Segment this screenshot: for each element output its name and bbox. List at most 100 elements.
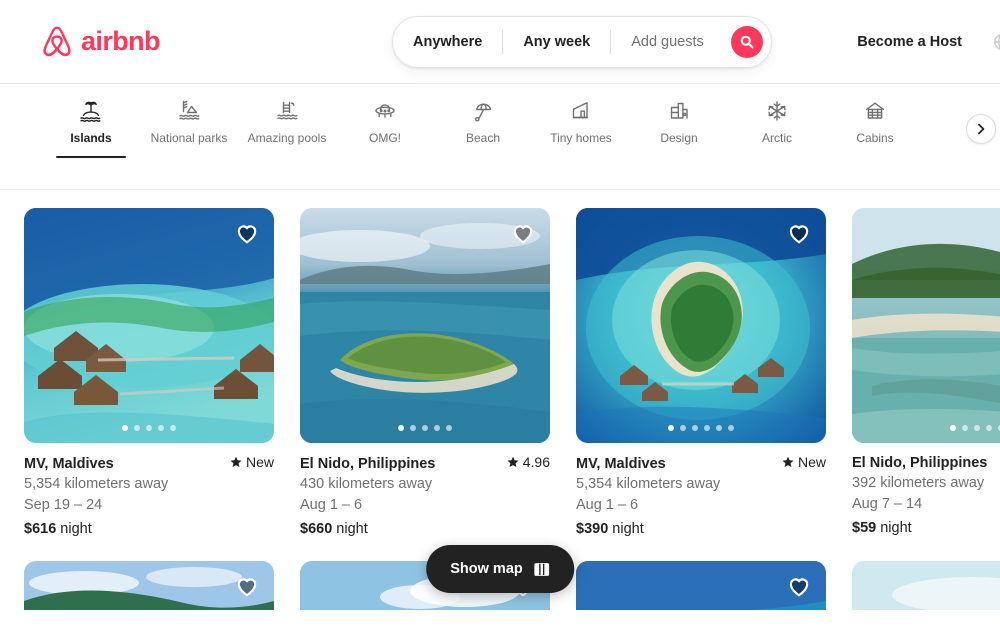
show-map-label: Show map — [450, 561, 523, 577]
favorite-heart-icon[interactable] — [786, 573, 812, 599]
price-amount: $616 — [24, 520, 57, 537]
dot[interactable] — [986, 425, 992, 431]
rating-value: New — [797, 454, 826, 470]
price-unit: night — [880, 519, 912, 536]
listing-card[interactable]: MV, Maldives New 5,354 kilometers away S… — [24, 208, 274, 537]
category-label: National parks — [150, 131, 228, 145]
listing-dates: Aug 1 – 6 — [576, 496, 639, 513]
star-icon — [782, 456, 794, 467]
listing-photo[interactable] — [852, 208, 1000, 443]
favorite-heart-icon[interactable] — [786, 220, 812, 246]
listing-dates: Sep 19 – 24 — [24, 496, 103, 513]
favorite-heart-icon[interactable] — [234, 573, 260, 599]
category-label: Beach — [465, 131, 501, 145]
search-submit-button[interactable] — [731, 26, 763, 58]
dot[interactable] — [170, 425, 176, 431]
category-cabins[interactable]: Cabins — [826, 98, 924, 158]
listing-title: MV, Maldives — [24, 456, 114, 472]
dot[interactable] — [950, 425, 956, 431]
listing-rating: New — [230, 454, 274, 470]
photo-pagination-dots — [300, 425, 550, 431]
listing-card[interactable] — [576, 560, 826, 610]
listing-rating: 4.96 — [507, 454, 550, 470]
dot[interactable] — [134, 425, 140, 431]
map-icon — [533, 562, 549, 576]
price-unit: night — [336, 520, 368, 537]
dot[interactable] — [704, 425, 710, 431]
category-omg[interactable]: OMG! — [336, 98, 434, 158]
dot[interactable] — [410, 425, 416, 431]
category-design[interactable]: Design — [630, 98, 728, 158]
listing-title: El Nido, Philippines — [300, 456, 436, 472]
favorite-heart-icon[interactable] — [510, 220, 536, 246]
dot[interactable] — [122, 425, 128, 431]
price-amount: $390 — [576, 520, 609, 537]
listing-info: El Nido, Philippines 4.96 430 kilometers… — [300, 443, 550, 537]
listing-title-row: MV, Maldives New — [24, 454, 274, 474]
listing-photo[interactable] — [24, 560, 274, 610]
dot[interactable] — [158, 425, 164, 431]
category-amazing-pools[interactable]: Amazing pools — [238, 98, 336, 158]
search-dates-field[interactable]: Any week — [503, 35, 610, 50]
search-guests-field[interactable]: Add guests — [611, 35, 724, 50]
dot[interactable] — [398, 425, 404, 431]
listing-title: MV, Maldives — [576, 456, 666, 472]
rating-value: 4.96 — [522, 454, 550, 470]
listing-title-row: El Nido, Philippines 4.96 — [300, 454, 550, 474]
search-location-field[interactable]: Anywhere — [393, 35, 502, 50]
airbnb-logo[interactable]: airbnb — [24, 25, 354, 59]
search-bar[interactable]: Anywhere Any week Add guests — [392, 16, 772, 68]
dot[interactable] — [680, 425, 686, 431]
listing-card[interactable]: El Nido, Philippines 4.96 430 kilometers… — [300, 208, 550, 537]
photo-el-nido-shoreline — [852, 208, 1000, 443]
dot[interactable] — [434, 425, 440, 431]
category-label: OMG! — [369, 131, 401, 145]
dot[interactable] — [146, 425, 152, 431]
dot[interactable] — [692, 425, 698, 431]
dot[interactable] — [668, 425, 674, 431]
listing-price: $616 night — [24, 516, 274, 537]
become-a-host-button[interactable]: Become a Host — [843, 22, 976, 62]
dot[interactable] — [446, 425, 452, 431]
globe-icon[interactable] — [982, 22, 1000, 62]
listing-card[interactable] — [852, 560, 1000, 610]
snowflake-icon — [764, 98, 790, 124]
dot[interactable] — [974, 425, 980, 431]
favorite-heart-icon[interactable] — [234, 220, 260, 246]
category-beach[interactable]: Beach — [434, 98, 532, 158]
dot[interactable] — [962, 425, 968, 431]
category-label: Design — [660, 131, 698, 145]
category-national-parks[interactable]: National parks — [140, 98, 238, 158]
listing-photo[interactable] — [852, 560, 1000, 610]
dot[interactable] — [728, 425, 734, 431]
category-next-button[interactable] — [966, 114, 996, 144]
design-building-icon — [666, 98, 692, 124]
listing-photo[interactable] — [24, 208, 274, 443]
dot[interactable] — [716, 425, 722, 431]
tiny-house-icon — [568, 98, 594, 124]
listing-photo[interactable] — [576, 208, 826, 443]
category-islands[interactable]: Islands — [42, 98, 140, 158]
price-amount: $59 — [852, 519, 877, 536]
listing-card[interactable]: El Nido, Philippines 392 kilometers away… — [852, 208, 1000, 537]
listing-title: El Nido, Philippines — [852, 455, 988, 471]
listing-card[interactable]: MV, Maldives New 5,354 kilometers away A… — [576, 208, 826, 537]
listing-photo[interactable] — [300, 208, 550, 443]
show-map-button[interactable]: Show map — [426, 545, 574, 593]
dot[interactable] — [422, 425, 428, 431]
listing-price: $59 night — [852, 515, 1000, 536]
listing-dates: Aug 7 – 14 — [852, 495, 923, 512]
listing-distance: 5,354 kilometers away — [576, 475, 721, 492]
photo-pagination-dots — [576, 425, 826, 431]
category-track: Islands National parks Amazing pools OMG… — [24, 84, 1000, 158]
category-tiny-homes[interactable]: Tiny homes — [532, 98, 630, 158]
airbnb-logo-text: airbnb — [81, 26, 161, 56]
category-label: Islands — [70, 131, 112, 145]
price-unit: night — [60, 520, 92, 537]
pool-ladder-icon — [274, 98, 300, 124]
listing-card[interactable] — [24, 560, 274, 610]
listing-title-row: El Nido, Philippines — [852, 454, 1000, 473]
listing-info: MV, Maldives New 5,354 kilometers away A… — [576, 443, 826, 537]
category-arctic[interactable]: Arctic — [728, 98, 826, 158]
listing-photo[interactable] — [576, 560, 826, 610]
